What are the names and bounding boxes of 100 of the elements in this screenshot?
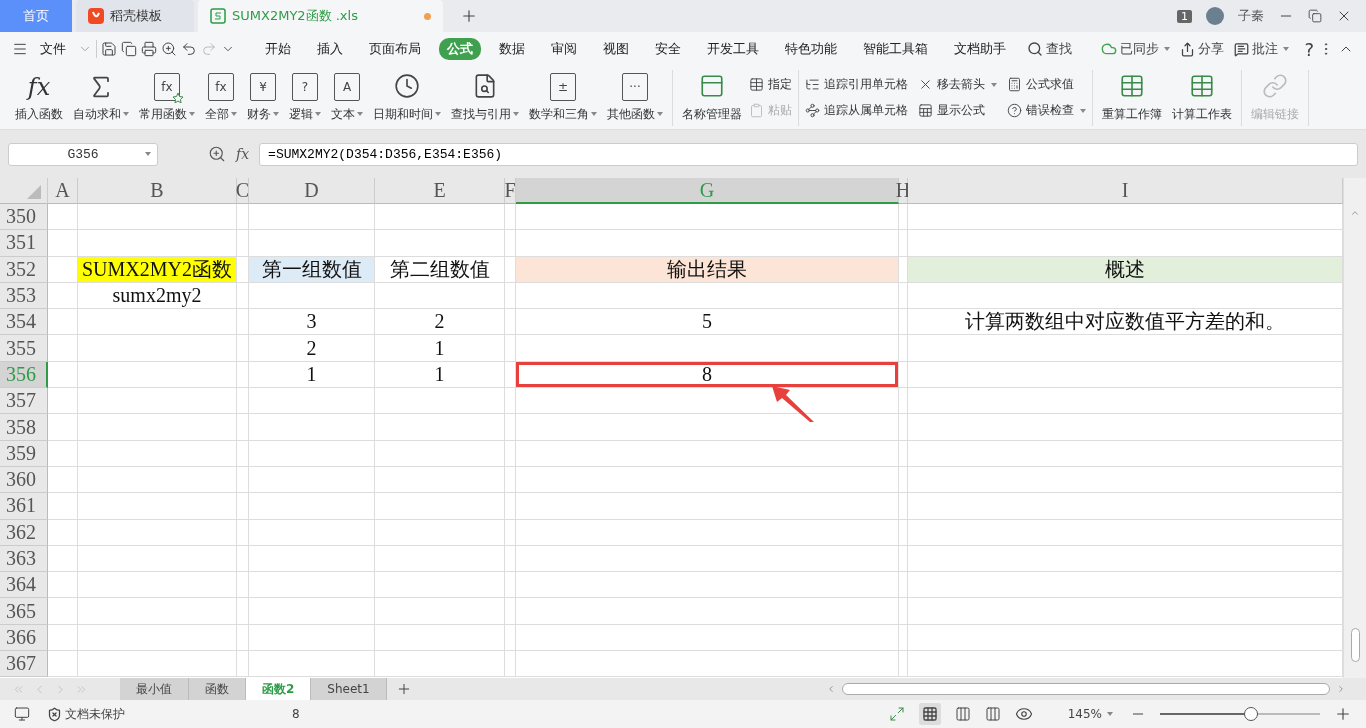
formula-field[interactable]: =SUMX2MY2(D354:D356,E354:E356) <box>259 142 1358 166</box>
ribbon-tab[interactable]: 安全 <box>647 38 689 60</box>
table-cell[interactable] <box>237 572 249 599</box>
ribbon-button[interactable]: 错误检查 <box>1007 97 1086 124</box>
table-cell[interactable] <box>78 309 237 336</box>
table-cell[interactable]: 8 <box>516 361 899 389</box>
table-cell[interactable] <box>48 651 78 678</box>
table-cell[interactable] <box>249 204 375 231</box>
table-cell[interactable] <box>516 230 899 257</box>
eye-protection-icon[interactable] <box>1014 705 1033 723</box>
avatar[interactable] <box>1206 7 1224 25</box>
row-header[interactable]: 357 <box>0 388 48 415</box>
table-cell[interactable] <box>78 361 237 389</box>
ribbon-button[interactable]: 日期和时间 <box>370 70 444 125</box>
table-cell[interactable] <box>516 414 899 441</box>
table-cell[interactable] <box>899 335 908 362</box>
table-cell[interactable] <box>249 466 375 494</box>
table-cell[interactable] <box>237 335 249 362</box>
column-header[interactable]: E <box>375 178 505 204</box>
table-cell[interactable] <box>48 282 78 310</box>
table-cell[interactable] <box>899 361 908 389</box>
row-header[interactable]: 360 <box>0 466 48 494</box>
sheet-tab[interactable]: Sheet1 <box>311 678 387 700</box>
table-cell[interactable] <box>908 466 1343 494</box>
table-cell[interactable]: SUMX2MY2函数 <box>78 256 237 283</box>
row-header[interactable]: 359 <box>0 440 48 467</box>
ribbon-button[interactable]: 重算工作簿 <box>1099 70 1165 125</box>
table-cell[interactable] <box>48 256 78 283</box>
table-cell[interactable] <box>516 204 899 231</box>
ribbon-button[interactable]: A 文本 <box>328 70 366 125</box>
row-header[interactable]: 364 <box>0 572 48 599</box>
table-cell[interactable] <box>78 651 237 678</box>
row-header[interactable]: 363 <box>0 545 48 573</box>
table-cell[interactable] <box>899 230 908 257</box>
table-cell[interactable] <box>375 545 505 573</box>
ribbon-tab[interactable]: 视图 <box>595 38 637 60</box>
table-cell[interactable] <box>48 545 78 573</box>
table-cell[interactable] <box>78 519 237 546</box>
table-cell[interactable]: 输出结果 <box>516 256 899 283</box>
table-cell[interactable] <box>375 466 505 494</box>
table-cell[interactable] <box>908 361 1343 389</box>
table-cell[interactable] <box>899 519 908 546</box>
table-cell[interactable] <box>505 256 516 283</box>
ribbon-button[interactable]: 移去箭头 <box>918 71 997 98</box>
book-icon[interactable]: ¥ <box>250 72 276 101</box>
table-cell[interactable] <box>908 545 1343 573</box>
ribbon-button[interactable]: ··· 其他函数 <box>604 70 666 125</box>
table-cell[interactable]: 计算两数组中对应数值平方差的和。 <box>908 309 1343 336</box>
scrollbar-thumb[interactable] <box>1350 628 1360 662</box>
table-cell[interactable] <box>516 466 899 494</box>
file-menu[interactable]: 文件 <box>32 38 74 60</box>
table-cell[interactable] <box>908 204 1343 231</box>
table-cell[interactable] <box>899 256 908 283</box>
ribbon-button[interactable]: 追踪引用单元格 <box>805 71 908 98</box>
table-cell[interactable] <box>516 493 899 520</box>
table-cell[interactable]: sumx2my2 <box>78 282 237 310</box>
table-cell[interactable] <box>908 414 1343 441</box>
table-cell[interactable] <box>249 519 375 546</box>
table-cell[interactable] <box>908 440 1343 467</box>
preview-icon[interactable] <box>161 41 177 57</box>
ribbon-button[interactable]: fx 插入函数 <box>12 70 66 125</box>
table-cell[interactable]: 1 <box>249 361 375 389</box>
help-button[interactable]: ? <box>1304 38 1314 60</box>
table-cell[interactable] <box>375 388 505 415</box>
table-cell[interactable] <box>375 651 505 678</box>
save-icon[interactable] <box>101 41 117 57</box>
menu-icon[interactable] <box>12 41 28 57</box>
table-cell[interactable] <box>505 651 516 678</box>
page-break-icon[interactable] <box>954 706 971 722</box>
add-tab-icon[interactable] <box>460 7 478 25</box>
table-cell[interactable] <box>237 282 249 310</box>
table-cell[interactable] <box>249 282 375 310</box>
table-cell[interactable] <box>375 598 505 625</box>
table-cell[interactable] <box>908 282 1343 310</box>
column-header[interactable]: D <box>249 178 375 204</box>
table-cell[interactable]: 第二组数值 <box>375 256 505 283</box>
ribbon-button[interactable]: 公式求值 <box>1007 71 1086 98</box>
table-cell[interactable] <box>237 256 249 283</box>
ribbon-tab[interactable]: 审阅 <box>543 38 585 60</box>
table-cell[interactable] <box>48 230 78 257</box>
book-icon[interactable]: fx <box>208 72 234 101</box>
copy-icon[interactable] <box>121 41 137 57</box>
table-cell[interactable] <box>249 572 375 599</box>
table-cell[interactable] <box>908 598 1343 625</box>
table-cell[interactable] <box>48 414 78 441</box>
sheet-tab[interactable]: 最小值 <box>120 678 189 700</box>
window-count[interactable]: 1 <box>1177 9 1192 23</box>
table-cell[interactable] <box>78 572 237 599</box>
table-cell[interactable] <box>237 204 249 231</box>
name-box[interactable]: G356 <box>8 142 158 166</box>
select-all-icon[interactable] <box>27 185 41 199</box>
table-icon[interactable] <box>1189 72 1215 99</box>
table-cell[interactable] <box>516 545 899 573</box>
table-cell[interactable] <box>78 388 237 415</box>
table-cell[interactable] <box>375 414 505 441</box>
table-cell[interactable] <box>249 651 375 678</box>
table-cell[interactable]: 概述 <box>908 256 1343 283</box>
search-button[interactable]: 查找 <box>1024 40 1075 58</box>
table-cell[interactable] <box>249 545 375 573</box>
table-cell[interactable] <box>505 545 516 573</box>
